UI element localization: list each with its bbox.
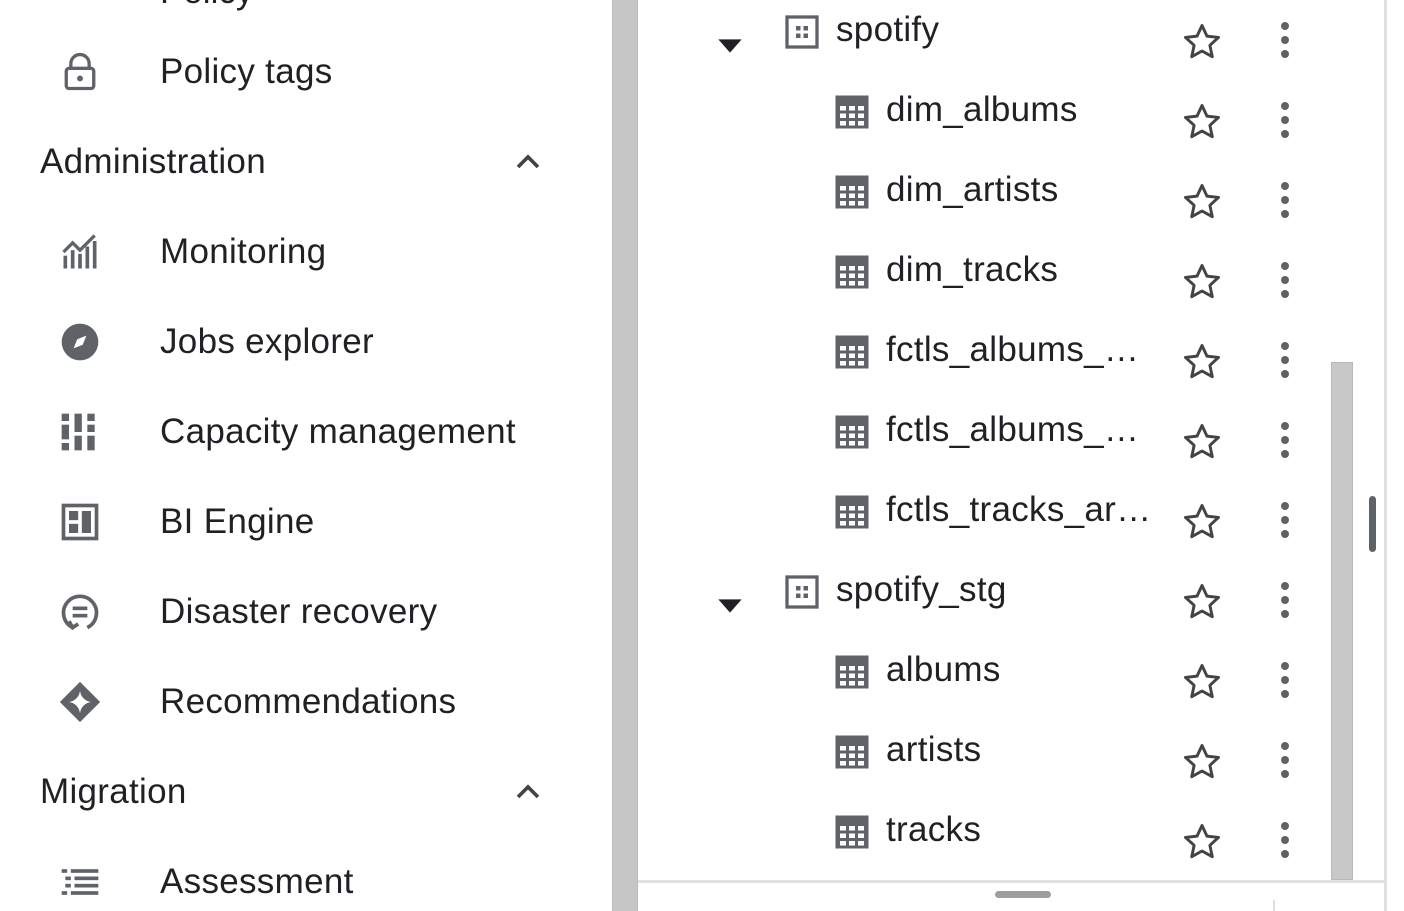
tree-row-dataset-spotify[interactable]: spotify <box>638 0 1338 80</box>
nav-item-label: Recommendations <box>160 682 457 721</box>
more-vert-icon[interactable] <box>1268 500 1302 540</box>
table-icon <box>834 814 870 850</box>
nav-item-label: Jobs explorer <box>160 322 375 361</box>
disaster-recovery-icon <box>56 588 104 636</box>
more-vert-icon[interactable] <box>1268 100 1302 140</box>
app-root: Policy Policy tags Administration Monito… <box>0 0 1404 911</box>
nav-item-label: Capacity management <box>160 412 516 451</box>
tree-row-table[interactable]: dim_tracks <box>638 240 1338 320</box>
star-icon[interactable] <box>1180 740 1224 784</box>
table-icon <box>834 334 870 370</box>
nav-item-capacity-management[interactable]: Capacity management <box>0 387 612 477</box>
star-icon[interactable] <box>1180 820 1224 864</box>
table-icon <box>834 254 870 290</box>
tree-row-table[interactable]: fctls_albums_… <box>638 400 1338 480</box>
section-header-migration[interactable]: Migration <box>0 747 612 837</box>
tree-row-table[interactable]: dim_albums <box>638 80 1338 160</box>
section-header-administration[interactable]: Administration <box>0 117 612 207</box>
table-name: dim_albums <box>886 90 1078 129</box>
table-icon <box>834 414 870 450</box>
dataset-name: spotify_stg <box>836 570 1007 609</box>
nav-item-label: Policy tags <box>160 52 333 91</box>
star-icon[interactable] <box>1180 580 1224 624</box>
resize-grip-horizontal[interactable] <box>995 891 1051 898</box>
table-name: tracks <box>886 810 982 849</box>
section-title: Migration <box>40 772 187 811</box>
star-icon[interactable] <box>1180 420 1224 464</box>
nav-item-jobs-explorer[interactable]: Jobs explorer <box>0 297 612 387</box>
expand-caret-icon[interactable] <box>710 26 750 66</box>
more-vert-icon[interactable] <box>1268 340 1302 380</box>
chevron-up-icon <box>508 772 548 812</box>
nav-item-recommendations[interactable]: Recommendations <box>0 657 612 747</box>
list-checks-icon <box>56 858 104 906</box>
expand-caret-icon[interactable] <box>710 586 750 626</box>
more-vert-icon[interactable] <box>1268 580 1302 620</box>
monitoring-chart-icon <box>56 228 104 276</box>
more-vert-icon[interactable] <box>1268 20 1302 60</box>
lock-icon <box>56 48 104 96</box>
dataset-name: spotify <box>836 10 940 49</box>
table-name: fctls_tracks_ar… <box>886 490 1152 529</box>
nav-item-bi-engine[interactable]: BI Engine <box>0 477 612 567</box>
star-icon[interactable] <box>1180 500 1224 544</box>
star-icon[interactable] <box>1180 20 1224 64</box>
nav-item-disaster-recovery[interactable]: Disaster recovery <box>0 567 612 657</box>
nav-item-assessment[interactable]: Assessment <box>0 837 612 911</box>
tree-row-table[interactable]: albums <box>638 640 1338 720</box>
more-vert-icon[interactable] <box>1268 420 1302 460</box>
tree-row-table[interactable]: fctls_albums_… <box>638 320 1338 400</box>
nav-item-partial-label: Policy <box>160 0 253 12</box>
sparkle-diamond-icon <box>56 678 104 726</box>
star-icon[interactable] <box>1180 100 1224 144</box>
table-icon <box>834 654 870 690</box>
table-name: fctls_albums_… <box>886 330 1140 369</box>
more-vert-icon[interactable] <box>1268 740 1302 780</box>
dataset-icon <box>784 14 820 50</box>
panel-resize-divider[interactable] <box>612 0 638 911</box>
section-title: Administration <box>40 142 266 181</box>
tree-row-table[interactable]: fctls_tracks_ar… <box>638 480 1338 560</box>
tree-row-table[interactable]: tracks <box>638 800 1338 880</box>
tree-row-table[interactable]: dim_artists <box>638 160 1338 240</box>
divider-tick <box>1273 900 1275 911</box>
nav-item-label: Assessment <box>160 862 354 901</box>
resize-grip-vertical[interactable] <box>1369 496 1376 552</box>
explorer-border <box>1384 0 1387 911</box>
star-icon[interactable] <box>1180 260 1224 304</box>
more-vert-icon[interactable] <box>1268 820 1302 860</box>
explorer-bottom-border <box>638 880 1386 883</box>
table-name: artists <box>886 730 982 769</box>
table-name: fctls_albums_… <box>886 410 1140 449</box>
nav-item-label: Disaster recovery <box>160 592 438 631</box>
dataset-icon <box>784 574 820 610</box>
bi-engine-icon <box>56 498 104 546</box>
table-icon <box>834 494 870 530</box>
nav-item-monitoring[interactable]: Monitoring <box>0 207 612 297</box>
vertical-scrollbar-thumb[interactable] <box>1331 362 1353 880</box>
star-icon[interactable] <box>1180 180 1224 224</box>
table-icon <box>834 734 870 770</box>
table-icon <box>834 94 870 130</box>
left-nav: Policy Policy tags Administration Monito… <box>0 0 612 911</box>
compass-icon <box>56 318 104 366</box>
nav-item-label: Monitoring <box>160 232 327 271</box>
nav-item-policy-tags[interactable]: Policy tags <box>0 27 612 117</box>
explorer-tree: spotify dim_albums dim_artists dim_track… <box>638 0 1386 911</box>
table-name: dim_tracks <box>886 250 1059 289</box>
table-name: dim_artists <box>886 170 1059 209</box>
star-icon[interactable] <box>1180 660 1224 704</box>
more-vert-icon[interactable] <box>1268 260 1302 300</box>
star-icon[interactable] <box>1180 340 1224 384</box>
table-name: albums <box>886 650 1001 689</box>
tree-row-dataset-spotify-stg[interactable]: spotify_stg <box>638 560 1338 640</box>
table-icon <box>834 174 870 210</box>
more-vert-icon[interactable] <box>1268 180 1302 220</box>
capacity-bars-icon <box>56 408 104 456</box>
more-vert-icon[interactable] <box>1268 660 1302 700</box>
tree-row-table[interactable]: artists <box>638 720 1338 800</box>
nav-item-label: BI Engine <box>160 502 315 541</box>
chevron-up-icon <box>508 142 548 182</box>
